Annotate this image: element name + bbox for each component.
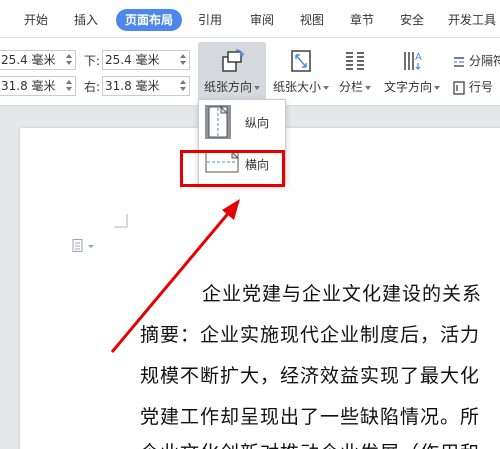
paper-size-button[interactable]: 纸张大小: [272, 42, 330, 102]
page-orientation-button[interactable]: 纸张方向: [198, 42, 266, 102]
right-margin-value: 31.8 毫米: [105, 79, 160, 93]
right-margin-field[interactable]: 31.8 毫米: [102, 76, 190, 96]
chevron-down-icon: [254, 85, 260, 90]
page-orientation-icon: [222, 49, 245, 72]
top-margin-spinner[interactable]: [66, 52, 73, 68]
document-title: 企业党建与企业文化建设的关系: [202, 283, 483, 305]
document-line: 企业文化创新对推动企业发展（作用和: [140, 438, 480, 449]
right-margin-label: 右:: [84, 80, 101, 94]
tab-chapter[interactable]: 章节: [344, 9, 380, 31]
portrait-label: 纵向: [245, 116, 270, 130]
top-margin-field[interactable]: 25.4 毫米: [0, 50, 76, 70]
tab-developer-tools[interactable]: 开发工具: [444, 9, 500, 31]
ribbon-toolbar: 25.4 毫米 31.8 毫米 下: 25.4 毫米 右: 31.8 毫米 纸张…: [0, 38, 500, 106]
separator-icon: [454, 56, 464, 67]
bottom-margin-value: 25.4 毫米: [105, 53, 160, 67]
text-direction-icon: A: [404, 52, 422, 70]
paragraph-handle-icon[interactable]: [72, 239, 96, 253]
right-margin-spinner[interactable]: [180, 78, 187, 94]
left-margin-spinner[interactable]: [66, 78, 73, 94]
document-line: 规模不断扩大，经济效益实现了最大化: [140, 365, 481, 387]
chevron-down-icon: [365, 85, 371, 90]
tab-insert[interactable]: 插入: [68, 9, 104, 31]
columns-label: 分栏: [338, 80, 363, 94]
line-numbers-button[interactable]: 行号: [452, 78, 493, 98]
left-margin-value: 31.8 毫米: [1, 79, 56, 93]
portrait-page-icon: [205, 105, 231, 139]
margin-corner-mark: [114, 214, 128, 228]
tab-references[interactable]: 引用: [192, 9, 228, 31]
columns-button[interactable]: 分栏: [334, 42, 376, 102]
separator-label: 分隔符: [469, 54, 500, 68]
tab-home[interactable]: 开始: [18, 9, 54, 31]
top-margin-value: 25.4 毫米: [1, 53, 56, 67]
line-numbers-label: 行号: [469, 80, 494, 94]
text-direction-button[interactable]: A 文字方向: [380, 42, 444, 102]
document-line: 摘要：企业实施现代企业制度后，活力: [140, 324, 481, 346]
chevron-down-icon: [434, 85, 440, 90]
svg-text:A: A: [415, 52, 422, 63]
chevron-down-icon: [323, 85, 329, 90]
highlight-box: [180, 150, 285, 187]
line-numbers-icon: [453, 80, 465, 95]
tab-review[interactable]: 审阅: [244, 9, 280, 31]
separator-button[interactable]: 分隔符: [452, 52, 500, 72]
document-line: 党建工作却呈现出了一些缺陷情况。所: [140, 406, 481, 428]
tab-security[interactable]: 安全: [394, 9, 430, 31]
bottom-margin-spinner[interactable]: [180, 52, 187, 68]
menu-item-portrait[interactable]: 纵向: [199, 102, 285, 142]
text-direction-label: 文字方向: [383, 80, 432, 94]
bottom-margin-label: 下:: [84, 54, 101, 68]
paper-size-label: 纸张大小: [272, 80, 321, 94]
left-margin-field[interactable]: 31.8 毫米: [0, 76, 76, 96]
tab-page-layout[interactable]: 页面布局: [116, 9, 182, 31]
ribbon-tab-bar: 开始 插入 页面布局 引用 审阅 视图 章节 安全 开发工具: [0, 0, 500, 38]
columns-icon: [346, 52, 364, 70]
page-orientation-label: 纸张方向: [203, 80, 252, 94]
bottom-margin-field[interactable]: 25.4 毫米: [102, 50, 190, 70]
tab-view[interactable]: 视图: [294, 9, 330, 31]
paper-size-icon: [291, 50, 311, 72]
